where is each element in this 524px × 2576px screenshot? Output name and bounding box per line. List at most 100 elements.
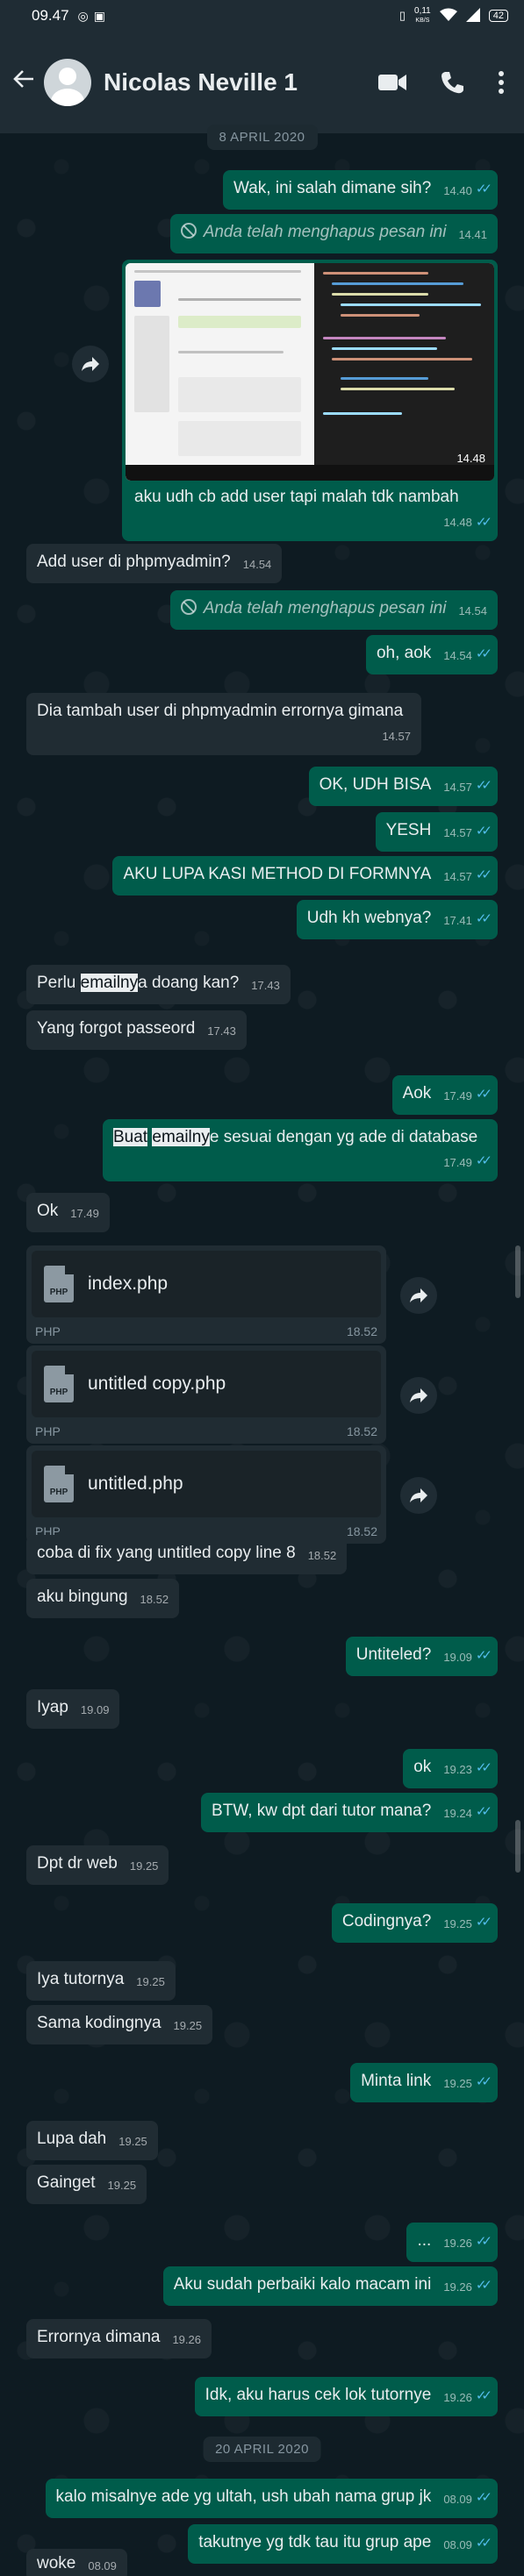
image-caption: aku udh cb add user tapi malah tdk namba… — [126, 481, 494, 538]
message-out[interactable]: takutnye yg tdk tau itu grup ape 08.09 ✓✓ — [188, 2524, 498, 2564]
file-name: untitled copy.php — [88, 1374, 226, 1394]
image-timestamp: 14.48 — [456, 452, 485, 465]
message-time: 14.57 — [443, 870, 472, 883]
contact-name[interactable]: Nicolas Neville 1 — [104, 68, 298, 96]
read-ticks-icon: ✓✓ — [475, 2536, 492, 2551]
message-out[interactable]: Udh kh webnya? 17.41 ✓✓ — [296, 900, 498, 939]
message-out[interactable]: Buat emailnye sesuai dengan yg ade di da… — [103, 1119, 498, 1181]
message-in[interactable]: aku bingung 18.52 — [26, 1579, 180, 1618]
voice-call-icon[interactable] — [440, 70, 464, 95]
message-text: Errornya dimana — [37, 2328, 161, 2346]
message-in[interactable]: Perlu emailnya doang kan? 17.43 — [26, 965, 291, 1004]
message-in[interactable]: Gainget 19.25 — [26, 2165, 147, 2204]
message-out[interactable]: oh, aok 14.54 ✓✓ — [365, 635, 498, 674]
message-in[interactable]: Sama kodingnya 19.25 — [26, 2005, 213, 2044]
forward-button[interactable] — [400, 1477, 437, 1514]
message-out[interactable]: kalo misalnye ade yg ultah, ush ubah nam… — [45, 2479, 498, 2518]
message-in[interactable]: Dia tambah user di phpmyadmin errornya g… — [26, 693, 421, 755]
video-call-icon[interactable] — [378, 73, 406, 92]
file-type: PHP — [35, 1424, 61, 1438]
forward-button[interactable] — [400, 1277, 437, 1314]
message-text: AKU LUPA KASI METHOD DI FORMNYA — [123, 865, 432, 883]
message-out[interactable]: Idk, aku harus cek lok tutornye 19.26 ✓✓ — [194, 2377, 498, 2416]
message-in[interactable]: Ok 17.49 — [26, 1193, 110, 1232]
message-out[interactable]: ok 19.23 ✓✓ — [403, 1749, 498, 1788]
read-ticks-icon: ✓✓ — [475, 515, 492, 530]
image-thumbnail[interactable]: 14.48 — [126, 263, 494, 481]
message-out[interactable]: Aku sudah perbaiki kalo macam ini 19.26 ✓✓ — [162, 2266, 498, 2306]
read-ticks-icon: ✓✓ — [475, 2388, 492, 2403]
net-speed-value: 0,11 — [414, 5, 431, 16]
message-time: 18.52 — [346, 1424, 377, 1438]
php-file-icon: PHP — [44, 1266, 74, 1302]
message-in[interactable]: Errornya dimana 19.26 — [26, 2319, 212, 2358]
file-meta: PHP 18.52 — [32, 1417, 381, 1438]
message-out[interactable]: Codingnya? 19.25 ✓✓ — [331, 1903, 498, 1943]
avatar-body — [51, 89, 84, 106]
message-in[interactable]: Add user di phpmyadmin? 14.54 — [26, 544, 283, 583]
file-box[interactable]: PHP index.php — [32, 1251, 381, 1317]
message-out[interactable]: ... 19.26 ✓✓ — [406, 2223, 498, 2262]
scrollbar-thumb-2[interactable] — [515, 1820, 520, 1873]
forward-button[interactable] — [72, 346, 109, 382]
file-message[interactable]: PHP index.php PHP 18.52 — [26, 1245, 386, 1344]
read-ticks-icon: ✓✓ — [475, 2278, 492, 2293]
highlighted-text-2: emailny — [152, 1128, 210, 1146]
message-deleted[interactable]: Anda telah menghapus pesan ini 14.41 — [169, 214, 498, 253]
file-message[interactable]: PHP untitled.php PHP 18.52 — [26, 1445, 386, 1544]
date-chip: 8 APRIL 2020 — [206, 125, 318, 150]
message-text: Udh kh webnya? — [306, 909, 432, 927]
message-in[interactable]: Lupa dah 19.25 — [26, 2121, 158, 2160]
file-box[interactable]: PHP untitled.php — [32, 1451, 381, 1517]
avatar[interactable] — [44, 59, 91, 106]
message-text: Anda telah menghapus pesan ini — [203, 599, 447, 617]
back-arrow-icon[interactable] — [12, 68, 44, 97]
more-options-icon[interactable] — [498, 70, 505, 95]
message-in[interactable]: coba di fix yang untitled copy line 8 18.… — [26, 1535, 348, 1574]
screenshot-browser-pane — [126, 263, 314, 481]
message-text: Ok — [37, 1202, 59, 1220]
read-ticks-icon: ✓✓ — [475, 182, 492, 196]
message-out[interactable]: AKU LUPA KASI METHOD DI FORMNYA 14.57 ✓✓ — [112, 856, 498, 896]
message-in[interactable]: Iya tutornya 19.25 — [26, 1961, 176, 2001]
message-out[interactable]: BTW, kw dpt dari tutor mana? 19.24 ✓✓ — [201, 1793, 498, 1832]
wifi-icon — [439, 8, 457, 25]
message-text: Yang forgot passeord — [37, 1019, 196, 1038]
message-in[interactable]: Dpt dr web 19.25 — [26, 1845, 169, 1885]
message-text: Sama kodingnya — [37, 2014, 162, 2032]
message-text: Perlu — [37, 974, 81, 992]
message-time: 19.24 — [443, 1807, 472, 1820]
status-time: 09.47 — [32, 7, 69, 24]
read-ticks-icon: ✓✓ — [475, 1087, 492, 1102]
message-in[interactable]: woke 08.09 — [26, 2549, 127, 2576]
message-meta: 17.49 ✓✓ — [113, 1149, 492, 1174]
vibrate-icon: ▯ — [398, 9, 406, 22]
message-in[interactable]: Yang forgot passeord 17.43 — [26, 1010, 247, 1050]
file-icon-label: PHP — [49, 1488, 68, 1497]
image-message[interactable]: 14.48 aku udh cb add user tapi malah tdk… — [122, 260, 498, 541]
message-text: Idk, aku harus cek lok tutornye — [205, 2386, 432, 2404]
highlighted-text: Buat — [113, 1128, 148, 1146]
forward-button[interactable] — [400, 1377, 437, 1414]
message-text: aku bingung — [37, 1588, 128, 1606]
message-out[interactable]: Minta link 19.25 ✓✓ — [350, 2063, 498, 2102]
message-text-rest: e sesuai dengan yg ade di database — [209, 1128, 478, 1146]
message-out[interactable]: Aok 17.49 ✓✓ — [391, 1075, 498, 1115]
message-deleted[interactable]: Anda telah menghapus pesan ini 14.54 — [169, 590, 498, 630]
message-text: takutnye yg tdk tau itu grup ape — [198, 2533, 432, 2551]
message-out[interactable]: Untiteled? 19.09 ✓✓ — [345, 1637, 498, 1676]
file-message[interactable]: PHP untitled copy.php PHP 18.52 — [26, 1345, 386, 1444]
message-in[interactable]: Iyap 19.09 — [26, 1689, 120, 1729]
message-text: YESH — [385, 821, 432, 839]
message-time: 18.52 — [307, 1549, 337, 1562]
message-out[interactable]: Wak, ini salah dimane sih? 14.40 ✓✓ — [223, 170, 498, 210]
file-box[interactable]: PHP untitled copy.php — [32, 1351, 381, 1417]
message-text: Iyap — [37, 1698, 68, 1716]
message-out[interactable]: OK, UDH BISA 14.57 ✓✓ — [308, 767, 498, 806]
message-text: Codingnya? — [341, 1912, 432, 1930]
message-time: 19.26 — [172, 2333, 201, 2346]
date-chip: 20 APRIL 2020 — [203, 2437, 321, 2462]
message-out[interactable]: YESH 14.57 ✓✓ — [375, 812, 498, 852]
scrollbar-thumb[interactable] — [515, 1245, 520, 1298]
message-time: 14.54 — [242, 558, 272, 571]
